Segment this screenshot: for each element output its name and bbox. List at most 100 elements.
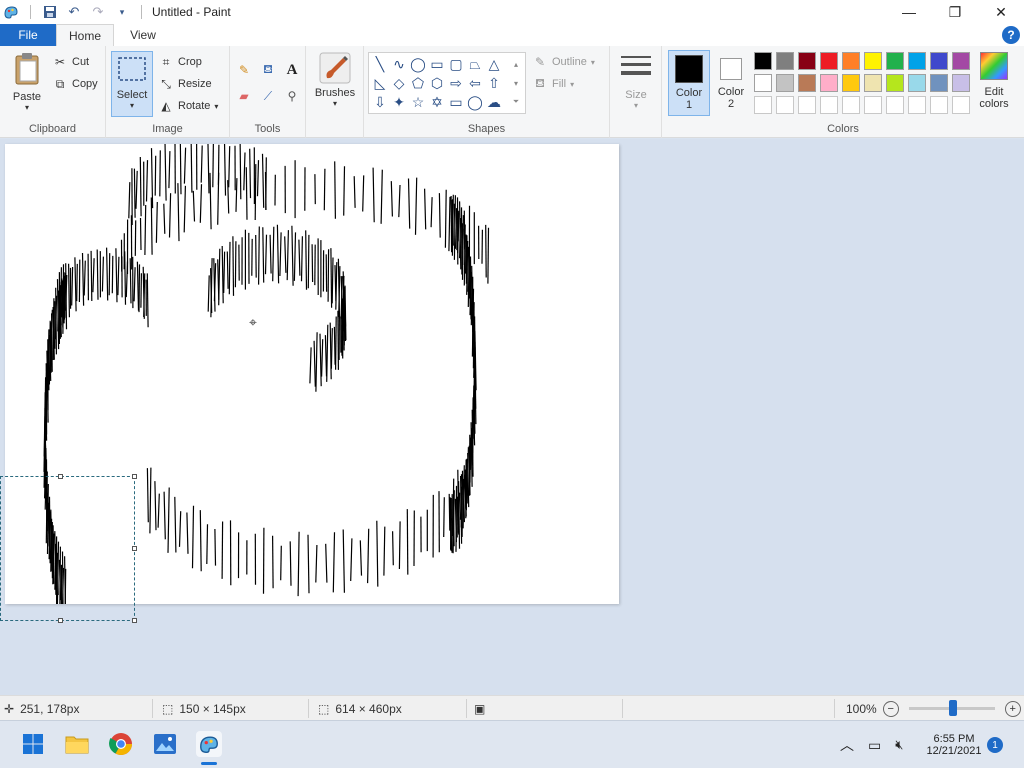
up-arrow-shape-icon[interactable]: ⇧ [485, 74, 503, 92]
curve-shape-icon[interactable]: ∿ [390, 55, 408, 73]
right-triangle-shape-icon[interactable]: ◺ [371, 74, 389, 92]
canvas-workarea[interactable]: ⌖ [0, 139, 1024, 695]
selection-handle[interactable] [132, 474, 137, 479]
color-swatch[interactable] [930, 52, 948, 70]
chevron-up-icon[interactable]: ︿ [840, 735, 854, 755]
polygon-shape-icon[interactable]: ⏢ [466, 55, 484, 73]
magnifier-icon[interactable]: ⚲ [284, 88, 300, 104]
selection-handle[interactable] [132, 546, 137, 551]
fill-bucket-icon[interactable]: ⛾ [260, 62, 276, 78]
windows-start-icon[interactable] [20, 731, 46, 757]
selection-handle[interactable] [58, 618, 63, 623]
selection-handle[interactable] [58, 474, 63, 479]
color-swatch[interactable] [930, 74, 948, 92]
five-point-star-shape-icon[interactable]: ☆ [409, 93, 427, 111]
diamond-shape-icon[interactable]: ◇ [390, 74, 408, 92]
tab-home[interactable]: Home [56, 24, 114, 46]
oval-shape-icon[interactable]: ◯ [409, 55, 427, 73]
color-swatch[interactable] [842, 52, 860, 70]
select-button[interactable]: Select ▾ [111, 51, 153, 117]
color-swatch[interactable] [798, 52, 816, 70]
tab-view[interactable]: View [114, 24, 172, 46]
volume-muted-icon[interactable]: 🔇︎ [895, 737, 903, 753]
fill-button[interactable]: ⛾ Fill ▾ [532, 76, 574, 92]
color-swatch[interactable] [864, 74, 882, 92]
copy-button[interactable]: ⧉ Copy [52, 76, 98, 92]
color-swatch[interactable] [754, 74, 772, 92]
hexagon-shape-icon[interactable]: ⬡ [428, 74, 446, 92]
down-arrow-shape-icon[interactable]: ⇩ [371, 93, 389, 111]
outline-button[interactable]: ✎ Outline ▾ [532, 54, 595, 70]
color-swatch[interactable] [842, 96, 860, 114]
pencil-icon[interactable]: ✎ [236, 62, 252, 78]
color-swatch[interactable] [798, 74, 816, 92]
color-swatch[interactable] [776, 96, 794, 114]
paste-button[interactable]: Paste ▾ [8, 52, 46, 112]
line-shape-icon[interactable]: ╲ [371, 55, 389, 73]
callout-cloud-shape-icon[interactable]: ☁ [485, 93, 503, 111]
color-swatch[interactable] [754, 96, 772, 114]
color-swatch[interactable] [820, 96, 838, 114]
selection-handle[interactable] [132, 618, 137, 623]
color-swatch[interactable] [820, 74, 838, 92]
save-icon[interactable] [41, 3, 59, 21]
clock[interactable]: 6:55 PM 12/21/2021 [922, 721, 986, 768]
zoom-slider[interactable] [908, 700, 995, 716]
zoom-out-icon[interactable]: − [882, 700, 899, 717]
monitor-icon[interactable]: ▭ [868, 737, 881, 754]
color-picker-icon[interactable]: ⟋ [260, 88, 276, 104]
scroll-up-icon[interactable]: ▴ [507, 55, 525, 73]
brushes-button[interactable]: Brushes ▾ [314, 52, 356, 108]
four-point-star-shape-icon[interactable]: ✦ [390, 93, 408, 111]
eraser-icon[interactable]: ▰ [236, 88, 252, 104]
color-swatch[interactable] [886, 96, 904, 114]
rounded-rectangle-shape-icon[interactable]: ▢ [447, 55, 465, 73]
color-swatch[interactable] [776, 52, 794, 70]
undo-icon[interactable]: ↶ [65, 3, 83, 21]
color-swatch[interactable] [908, 96, 926, 114]
color-swatch[interactable] [798, 96, 816, 114]
color-swatch[interactable] [886, 74, 904, 92]
six-point-star-shape-icon[interactable]: ✡ [428, 93, 446, 111]
color-swatch[interactable] [820, 52, 838, 70]
color-swatch[interactable] [952, 96, 970, 114]
color-swatch[interactable] [908, 74, 926, 92]
zoom-slider-thumb[interactable] [948, 700, 957, 716]
photos-icon[interactable] [152, 731, 178, 757]
color-swatch[interactable] [864, 96, 882, 114]
left-arrow-shape-icon[interactable]: ⇦ [466, 74, 484, 92]
cut-button[interactable]: ✂ Cut [52, 54, 89, 70]
color-swatch[interactable] [842, 74, 860, 92]
tab-file[interactable]: File [0, 24, 56, 46]
pentagon-shape-icon[interactable]: ⬠ [409, 74, 427, 92]
crop-button[interactable]: ⌗ Crop [158, 54, 202, 70]
notification-badge[interactable]: 1 [987, 737, 1003, 753]
color-swatch[interactable] [930, 96, 948, 114]
resize-button[interactable]: ⤡ Resize [158, 76, 211, 92]
color-swatch[interactable] [754, 52, 772, 70]
color-swatch[interactable] [864, 52, 882, 70]
rectangle-shape-icon[interactable]: ▭ [428, 55, 446, 73]
callout-oval-shape-icon[interactable]: ◯ [466, 93, 484, 111]
color-swatch[interactable] [886, 52, 904, 70]
color-swatch[interactable] [776, 74, 794, 92]
edit-colors-button[interactable]: Edit colors [974, 52, 1014, 118]
selection-rectangle[interactable] [0, 476, 135, 621]
size-button[interactable]: Size ▾ [616, 54, 656, 110]
expand-gallery-icon[interactable]: ⏷ [507, 93, 525, 111]
file-explorer-icon[interactable] [64, 731, 90, 757]
close-button[interactable]: ✕ [978, 0, 1024, 24]
triangle-shape-icon[interactable]: △ [485, 55, 503, 73]
callout-rect-shape-icon[interactable]: ▭ [447, 93, 465, 111]
color1-button[interactable]: Color 1 [668, 50, 710, 116]
scroll-down-icon[interactable]: ▾ [507, 74, 525, 92]
color-swatch[interactable] [908, 52, 926, 70]
color2-button[interactable]: Color 2 [712, 50, 750, 116]
customize-quick-access-icon[interactable]: ▾ [113, 3, 131, 21]
help-icon[interactable]: ? [1002, 26, 1020, 44]
right-arrow-shape-icon[interactable]: ⇨ [447, 74, 465, 92]
maximize-button[interactable]: ❐ [932, 0, 978, 24]
minimize-button[interactable]: — [886, 0, 932, 24]
text-icon[interactable]: A [284, 62, 300, 78]
redo-icon[interactable]: ↷ [89, 3, 107, 21]
